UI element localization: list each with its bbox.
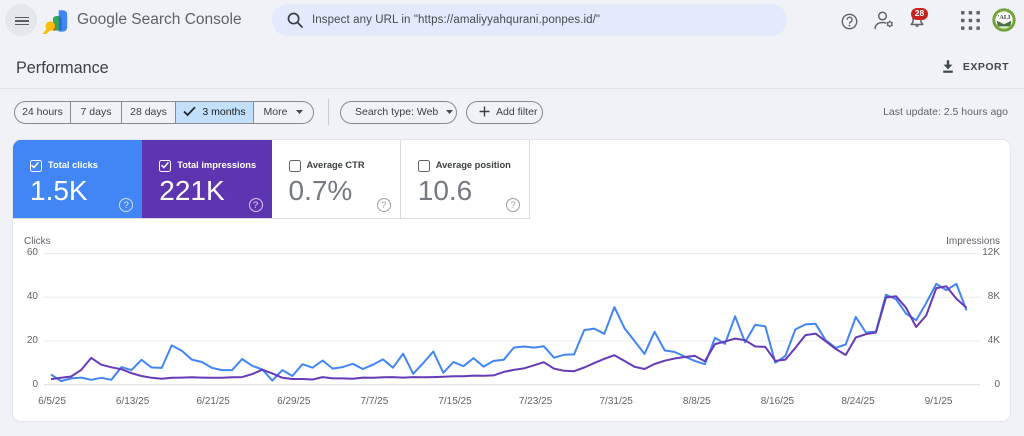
svg-text:'ALI: 'ALI: [998, 14, 1011, 21]
